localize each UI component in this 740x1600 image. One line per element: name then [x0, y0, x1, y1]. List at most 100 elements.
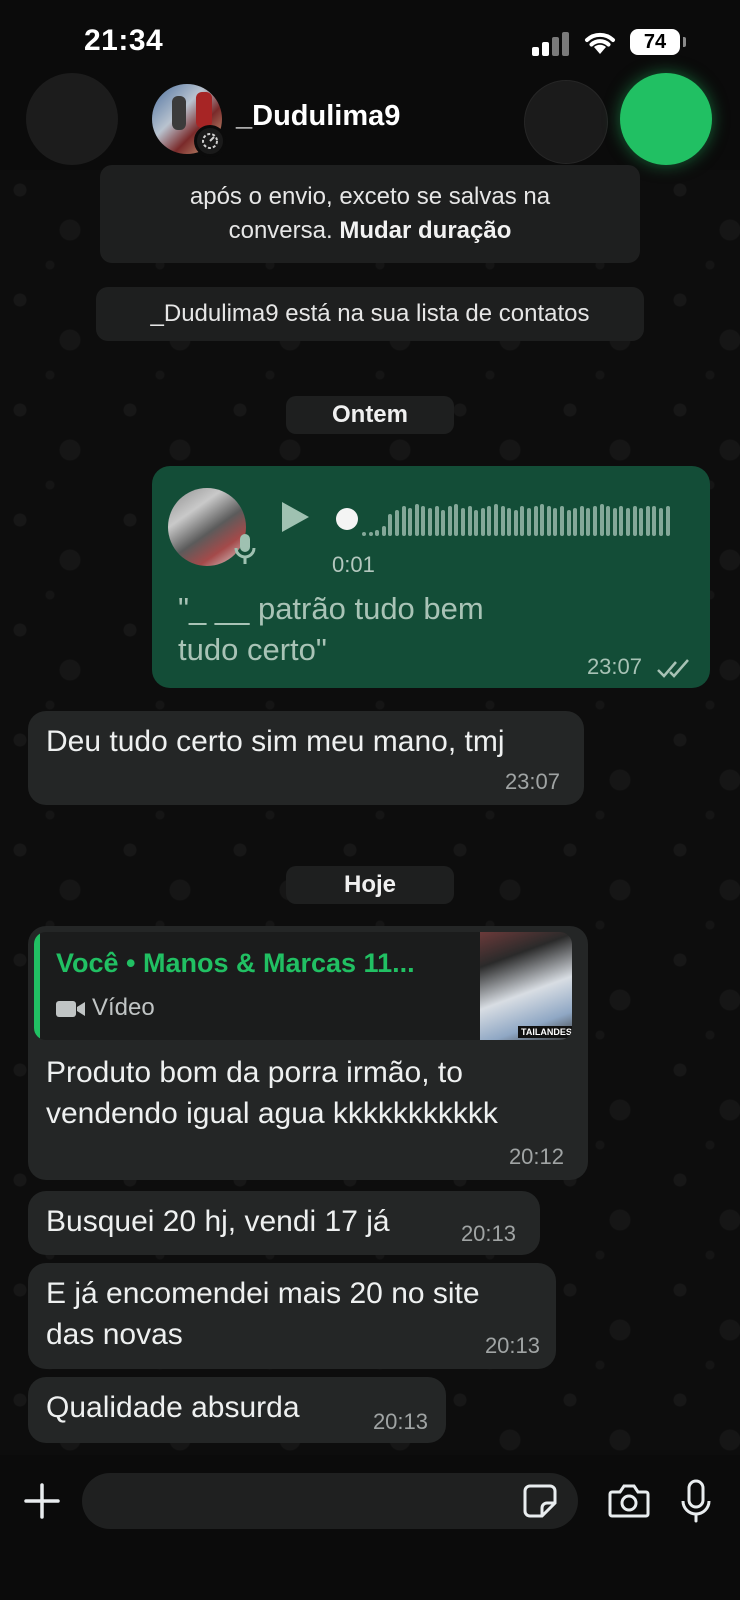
waveform-bar	[626, 508, 630, 536]
waveform-bar	[388, 514, 393, 536]
message-line: das novas	[46, 1318, 183, 1351]
battery-indicator: 74	[630, 29, 686, 55]
message-bubble[interactable]: E já encomendei mais 20 no site das nova…	[28, 1263, 556, 1369]
waveform-bar	[441, 510, 446, 536]
message-text: Qualidade absurda	[46, 1391, 300, 1424]
contact-notice: _Dudulima9 está na sua lista de contatos	[96, 287, 644, 341]
waveform-bar	[560, 506, 564, 536]
waveform-bar	[612, 508, 617, 536]
transcript-line: tudo certo"	[178, 632, 327, 667]
waveform-bar	[408, 508, 413, 536]
message-time: 20:13	[372, 1409, 428, 1434]
waveform-bar	[480, 508, 485, 536]
waveform-bar	[507, 508, 512, 536]
notice-line: conversa.	[228, 217, 333, 244]
voice-duration: 0:01	[332, 552, 375, 577]
clock: 21:34	[84, 24, 164, 57]
message-line: E já encomendei mais 20 no site	[46, 1277, 480, 1310]
waveform-bar	[553, 508, 558, 536]
waveform-bar	[527, 508, 531, 536]
message-bubble[interactable]: Busquei 20 hj, vendi 17 já 20:13	[28, 1191, 540, 1255]
waveform-bar	[659, 508, 663, 536]
change-duration-link[interactable]: Mudar duração	[339, 217, 511, 244]
video-thumbnail: TAILANDESA	[480, 932, 572, 1040]
message-text: Deu tudo certo sim meu mano, tmj	[46, 725, 505, 758]
waveform-bar	[645, 506, 650, 536]
status-bar: 21:34 74	[0, 0, 740, 80]
message-composer	[0, 1455, 740, 1600]
waveform-bar	[414, 504, 419, 536]
message-line: vendendo igual agua kkkkkkkkkkk	[46, 1097, 498, 1130]
message-line: Produto bom da porra irmão, to	[46, 1056, 463, 1089]
quoted-message[interactable]: Você • Manos & Marcas 11... Vídeo TAILAN…	[34, 932, 572, 1040]
message-input[interactable]	[82, 1473, 578, 1529]
waveform-bar	[546, 506, 551, 536]
waveform-bar	[606, 506, 611, 536]
message-text: E já encomendei mais 20 no site das nova…	[46, 1273, 480, 1355]
waveform-bar	[434, 506, 439, 536]
notice-line: após o envio, exceto se salvas na	[189, 183, 551, 210]
waveform-bar	[566, 510, 571, 536]
voice-call-button[interactable]	[620, 73, 712, 165]
play-icon[interactable]	[282, 502, 309, 532]
chat-header: _Dudulima9	[0, 70, 740, 170]
message-text: Busquei 20 hj, vendi 17 já	[46, 1205, 390, 1238]
waveform-bar	[593, 506, 597, 536]
sticker-icon[interactable]	[522, 1483, 558, 1519]
waveform-bar	[428, 508, 432, 536]
signal-icon	[532, 32, 572, 56]
waveform[interactable]	[362, 502, 672, 536]
message-bubble[interactable]: Deu tudo certo sim meu mano, tmj 23:07	[28, 711, 584, 805]
playback-scrubber[interactable]	[336, 508, 358, 530]
waveform-bar	[579, 506, 584, 536]
waveform-bar	[375, 530, 380, 536]
waveform-bar	[632, 506, 637, 536]
voice-message-bubble[interactable]: 0:01 "_ __ patrão tudo bem tudo certo" 2…	[152, 466, 710, 688]
message-time: 23:07	[504, 769, 560, 794]
waveform-bar	[447, 506, 452, 536]
message-bubble[interactable]: Você • Manos & Marcas 11... Vídeo TAILAN…	[28, 926, 588, 1180]
message-time: 20:13	[460, 1221, 516, 1246]
wifi-icon	[585, 32, 615, 54]
waveform-bar	[586, 508, 591, 536]
waveform-bar	[533, 506, 538, 536]
waveform-bar	[639, 508, 644, 536]
waveform-bar	[395, 510, 399, 536]
waveform-bar	[665, 506, 670, 536]
mic-icon	[234, 534, 256, 564]
disappearing-messages-notice: após o envio, exceto se salvas na conver…	[100, 165, 640, 263]
waveform-bar	[401, 506, 406, 536]
double-check-icon	[657, 659, 689, 678]
waveform-bar	[368, 532, 373, 536]
waveform-bar	[362, 532, 366, 536]
waveform-bar	[513, 510, 518, 536]
message-time: 20:13	[484, 1333, 540, 1358]
waveform-bar	[494, 504, 498, 536]
contact-name[interactable]: _Dudulima9	[236, 100, 400, 133]
message-bubble[interactable]: Qualidade absurda 20:13	[28, 1377, 446, 1443]
plus-icon[interactable]	[22, 1481, 62, 1521]
message-text: Produto bom da porra irmão, to vendendo …	[46, 1052, 498, 1134]
date-separator: Ontem	[286, 396, 454, 434]
waveform-bar	[520, 506, 525, 536]
transcript-line: "_ __ patrão tudo bem	[178, 591, 484, 626]
quote-accent-bar	[34, 932, 40, 1040]
waveform-bar	[454, 504, 459, 536]
waveform-bar	[599, 504, 604, 536]
waveform-bar	[381, 526, 386, 536]
video-call-button[interactable]	[524, 80, 608, 164]
voice-transcript: "_ __ patrão tudo bem tudo certo"	[178, 588, 484, 670]
video-icon	[56, 1000, 85, 1017]
waveform-bar	[619, 506, 624, 536]
waveform-bar	[573, 508, 578, 536]
back-button[interactable]	[26, 73, 118, 165]
camera-icon[interactable]	[608, 1483, 650, 1519]
quote-subtitle: Vídeo	[56, 994, 155, 1022]
waveform-bar	[500, 506, 505, 536]
quote-title: Você • Manos & Marcas 11...	[56, 948, 415, 978]
message-time: 23:07	[586, 654, 642, 679]
disappearing-timer-icon	[194, 125, 226, 157]
quote-type: Vídeo	[92, 994, 155, 1021]
mic-icon[interactable]	[680, 1479, 712, 1523]
waveform-bar	[461, 508, 465, 536]
